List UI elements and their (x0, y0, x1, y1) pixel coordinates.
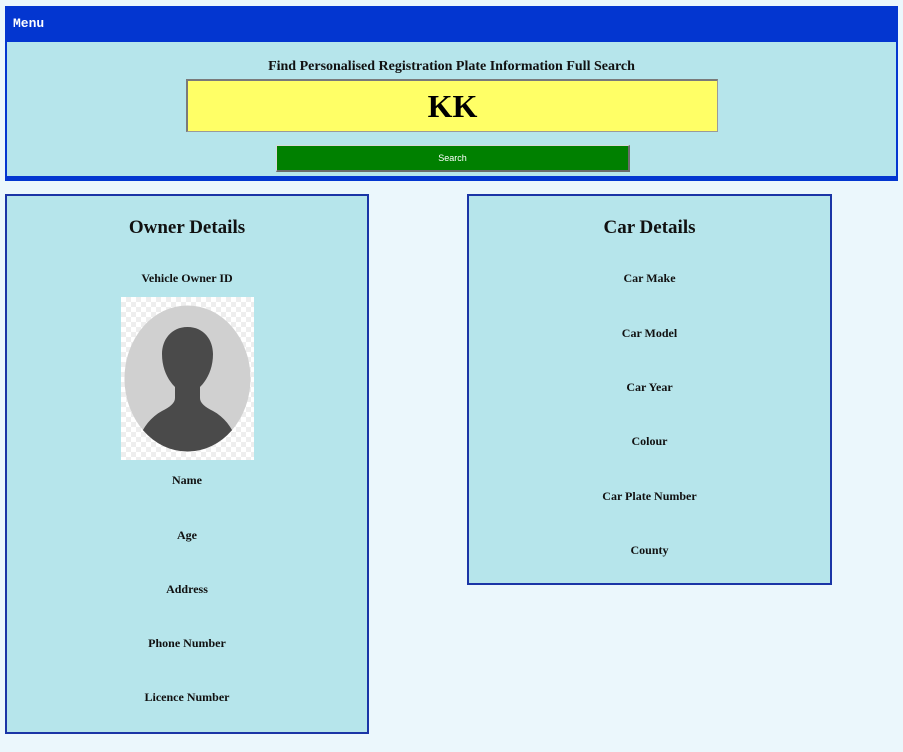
menu-button[interactable]: Menu (13, 16, 44, 31)
person-silhouette-icon (124, 305, 251, 452)
owner-details-title: Owner Details (128, 217, 246, 238)
owner-age-label: Age (177, 528, 197, 542)
owner-phone-number-label: Phone Number (148, 636, 226, 650)
owner-avatar (121, 297, 254, 460)
car-county-label: County (630, 543, 669, 557)
car-make-label: Car Make (623, 271, 676, 285)
car-model-label: Car Model (621, 326, 678, 340)
top-nav-bar: Menu (5, 6, 898, 42)
owner-name-label: Name (172, 473, 202, 487)
owner-address-label: Address (166, 582, 208, 596)
search-panel: Find Personalised Registration Plate Inf… (5, 42, 898, 181)
car-details-card: Car Details Car Make Car Model Car Year … (467, 194, 832, 585)
car-colour-label: Colour (631, 434, 668, 448)
plate-search-input[interactable] (186, 79, 718, 132)
car-plate-number-label: Car Plate Number (602, 489, 697, 503)
search-button[interactable]: Search (276, 145, 630, 172)
owner-details-card: Owner Details Vehicle Owner ID Name Age … (5, 194, 369, 734)
vehicle-owner-id-label: Vehicle Owner ID (141, 271, 233, 285)
search-title: Find Personalised Registration Plate Inf… (268, 59, 635, 74)
owner-licence-number-label: Licence Number (144, 690, 230, 704)
car-details-title: Car Details (603, 217, 696, 238)
car-year-label: Car Year (626, 380, 673, 394)
